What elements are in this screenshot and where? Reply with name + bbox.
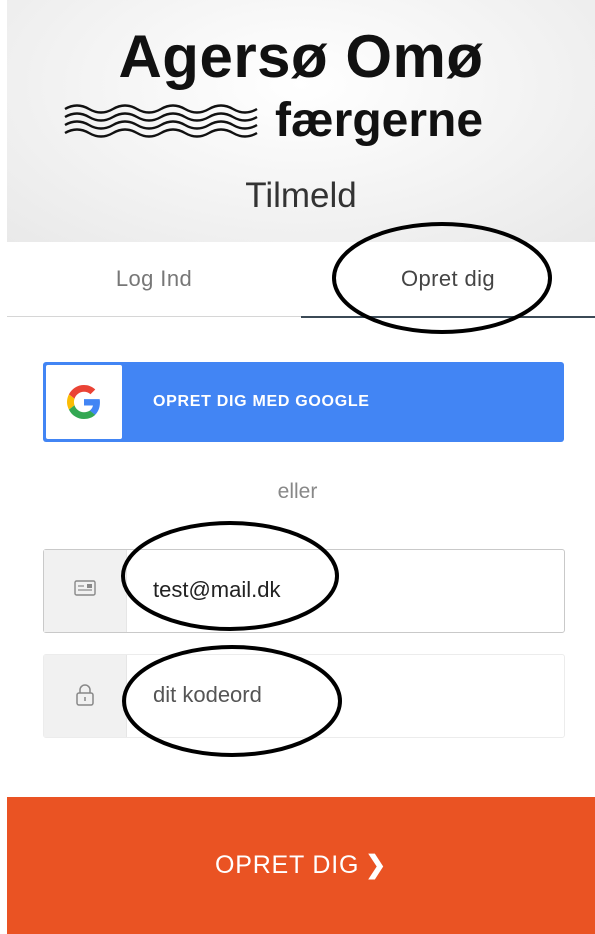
waves-logo-icon xyxy=(64,104,258,138)
google-logo-box xyxy=(46,365,122,439)
email-field xyxy=(43,549,565,633)
logo-subline: færgerne xyxy=(63,94,543,147)
lock-icon xyxy=(76,684,94,706)
password-icon-box xyxy=(44,655,127,737)
password-field xyxy=(43,654,565,738)
chevron-right-icon: ❯ xyxy=(365,851,387,879)
page-header: Agersø Omø færgerne Tilmeld xyxy=(7,0,595,242)
google-button-label: OPRET DIG MED GOOGLE xyxy=(153,393,370,410)
id-card-icon xyxy=(74,580,96,596)
page-title: Tilmeld xyxy=(245,176,357,215)
signup-submit-button[interactable]: OPRET DIG ❯ xyxy=(7,797,595,934)
auth-tabs: Log Ind Opret dig xyxy=(7,242,595,318)
logo-title: Agersø Omø xyxy=(118,23,484,90)
email-input[interactable] xyxy=(144,550,553,630)
logo-word: færgerne xyxy=(275,94,484,147)
tab-log-ind[interactable]: Log Ind xyxy=(7,242,301,317)
google-icon xyxy=(67,385,100,419)
password-input[interactable] xyxy=(144,655,553,735)
submit-button-label: OPRET DIG xyxy=(214,851,360,879)
tab-opret-dig[interactable]: Opret dig xyxy=(301,242,595,318)
or-divider-text: eller xyxy=(277,480,318,503)
email-icon-box xyxy=(44,550,127,632)
google-signup-button[interactable]: OPRET DIG MED GOOGLE xyxy=(43,362,564,442)
